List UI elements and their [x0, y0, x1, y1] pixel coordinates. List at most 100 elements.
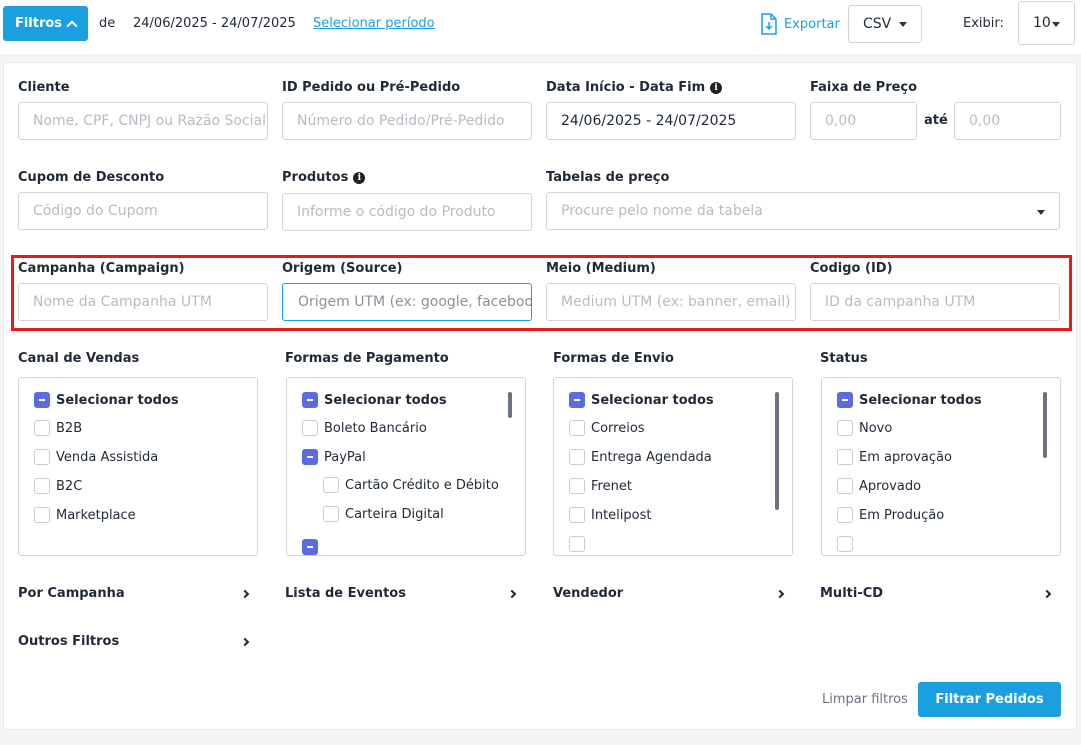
filter-panel: Cliente Nome, CPF, CNPJ ou Razão Social …: [3, 62, 1077, 730]
export-button[interactable]: Exportar: [760, 13, 840, 35]
option-label: Entrega Agendada: [591, 449, 712, 465]
filter-orders-button[interactable]: Filtrar Pedidos: [918, 682, 1061, 717]
checkbox[interactable]: [569, 536, 585, 552]
select-period-link[interactable]: Selecionar período: [313, 16, 435, 31]
checkbox-indeterminate[interactable]: [837, 392, 853, 408]
outros-filtros-toggle[interactable]: Outros Filtros: [18, 634, 254, 652]
exibir-label: Exibir:: [963, 16, 1004, 31]
option-label: B2C: [56, 478, 83, 494]
vendedor-toggle[interactable]: Vendedor: [553, 586, 789, 604]
vendedor-label: Vendedor: [553, 586, 624, 601]
checkbox[interactable]: [837, 536, 853, 552]
status-option[interactable]: Em aprovação: [837, 449, 952, 465]
pagamento-select-all[interactable]: Selecionar todos: [302, 392, 447, 408]
por-campanha-toggle[interactable]: Por Campanha: [18, 586, 254, 604]
pagamento-option-partial[interactable]: [302, 539, 318, 555]
status-select-all[interactable]: Selecionar todos: [837, 392, 982, 408]
chevron-right-icon: [240, 637, 250, 647]
origem-label: Origem (Source): [282, 261, 403, 276]
scrollbar[interactable]: [1043, 392, 1047, 458]
checkbox[interactable]: [34, 449, 50, 465]
filtros-label: Filtros: [14, 16, 63, 31]
chevron-right-icon: [507, 589, 517, 599]
checkbox[interactable]: [837, 507, 853, 523]
page-size-select[interactable]: 10: [1018, 1, 1075, 45]
checkbox-indeterminate[interactable]: [302, 449, 318, 465]
cliente-input[interactable]: Nome, CPF, CNPJ ou Razão Social: [18, 102, 268, 140]
checkbox[interactable]: [323, 506, 339, 522]
date-range-input[interactable]: 24/06/2025 - 24/07/2025: [546, 102, 796, 140]
info-icon: i: [710, 81, 723, 94]
chevron-up-icon: [66, 19, 78, 32]
canal-select-all[interactable]: Selecionar todos: [34, 392, 179, 408]
status-option[interactable]: Aprovado: [837, 478, 921, 494]
envio-option[interactable]: Frenet: [569, 478, 632, 494]
pedido-label: ID Pedido ou Pré-Pedido: [282, 80, 461, 95]
option-label: Em aprovação: [859, 449, 952, 465]
canal-option[interactable]: Marketplace: [34, 507, 136, 523]
campanha-input[interactable]: Nome da Campanha UTM: [18, 283, 268, 321]
status-option[interactable]: Em Produção: [837, 507, 944, 523]
checkbox-indeterminate[interactable]: [569, 392, 585, 408]
period-de-label: de: [99, 16, 116, 31]
status-list: Selecionar todos Novo Em aprovação Aprov…: [821, 377, 1061, 556]
checkbox[interactable]: [34, 478, 50, 494]
multi-cd-label: Multi-CD: [820, 586, 884, 601]
envio-option[interactable]: Entrega Agendada: [569, 449, 712, 465]
option-label: Novo: [859, 420, 893, 436]
checkbox[interactable]: [302, 420, 318, 436]
option-label: Aprovado: [859, 478, 922, 494]
price-min-input[interactable]: 0,00: [810, 102, 917, 140]
checkbox[interactable]: [569, 507, 585, 523]
tabelas-select[interactable]: Procure pelo nome da tabela: [546, 192, 1060, 230]
canal-option[interactable]: B2C: [34, 478, 82, 494]
pagamento-option[interactable]: PayPal: [302, 449, 366, 465]
codigo-input[interactable]: ID da campanha UTM: [810, 283, 1060, 321]
price-max-input[interactable]: 0,00: [954, 102, 1061, 140]
checkbox[interactable]: [569, 478, 585, 494]
clear-filters-link[interactable]: Limpar filtros: [822, 692, 908, 707]
lista-eventos-toggle[interactable]: Lista de Eventos: [285, 586, 521, 604]
lista-eventos-label: Lista de Eventos: [285, 586, 406, 601]
checkbox[interactable]: [34, 507, 50, 523]
checkbox[interactable]: [569, 449, 585, 465]
checkbox-indeterminate[interactable]: [302, 539, 318, 555]
checkbox-indeterminate[interactable]: [34, 392, 50, 408]
envio-option-partial[interactable]: [569, 536, 585, 552]
checkbox[interactable]: [569, 420, 585, 436]
checkbox[interactable]: [323, 477, 339, 493]
checkbox-indeterminate[interactable]: [302, 392, 318, 408]
checkbox[interactable]: [837, 449, 853, 465]
checkbox[interactable]: [837, 420, 853, 436]
pagamento-suboption[interactable]: Carteira Digital: [323, 506, 444, 522]
canal-option[interactable]: B2B: [34, 420, 82, 436]
pagamento-option[interactable]: Boleto Bancário: [302, 420, 427, 436]
envio-select-all[interactable]: Selecionar todos: [569, 392, 714, 408]
status-title: Status: [820, 351, 868, 366]
envio-option[interactable]: Intelipost: [569, 507, 651, 523]
canal-option[interactable]: Venda Assistida: [34, 449, 158, 465]
origem-input[interactable]: Origem UTM (ex: google, facebook): [282, 283, 532, 321]
export-format-select[interactable]: CSV: [848, 5, 922, 43]
cupom-input[interactable]: Código do Cupom: [18, 192, 268, 230]
status-option[interactable]: Novo: [837, 420, 892, 436]
cliente-label: Cliente: [18, 80, 70, 95]
envio-option[interactable]: Correios: [569, 420, 645, 436]
produtos-input[interactable]: Informe o código do Produto: [282, 193, 532, 231]
status-option-partial[interactable]: [837, 536, 853, 552]
option-label: B2B: [56, 420, 83, 436]
checkbox[interactable]: [34, 420, 50, 436]
meio-input[interactable]: Medium UTM (ex: banner, email): [546, 283, 796, 321]
multi-cd-toggle[interactable]: Multi-CD: [820, 586, 1056, 604]
envio-title: Formas de Envio: [553, 351, 674, 366]
pedido-input[interactable]: Número do Pedido/Pré-Pedido: [282, 102, 532, 140]
pagamento-suboption[interactable]: Cartão Crédito e Débito: [323, 477, 499, 493]
filtros-toggle-button[interactable]: Filtros: [3, 6, 88, 41]
checkbox[interactable]: [837, 478, 853, 494]
scrollbar[interactable]: [508, 392, 512, 418]
codigo-label: Codigo (ID): [810, 261, 893, 276]
page-size-value: 10: [1033, 15, 1051, 31]
scrollbar[interactable]: [775, 392, 779, 510]
por-campanha-label: Por Campanha: [18, 586, 125, 601]
chevron-right-icon: [240, 589, 250, 599]
